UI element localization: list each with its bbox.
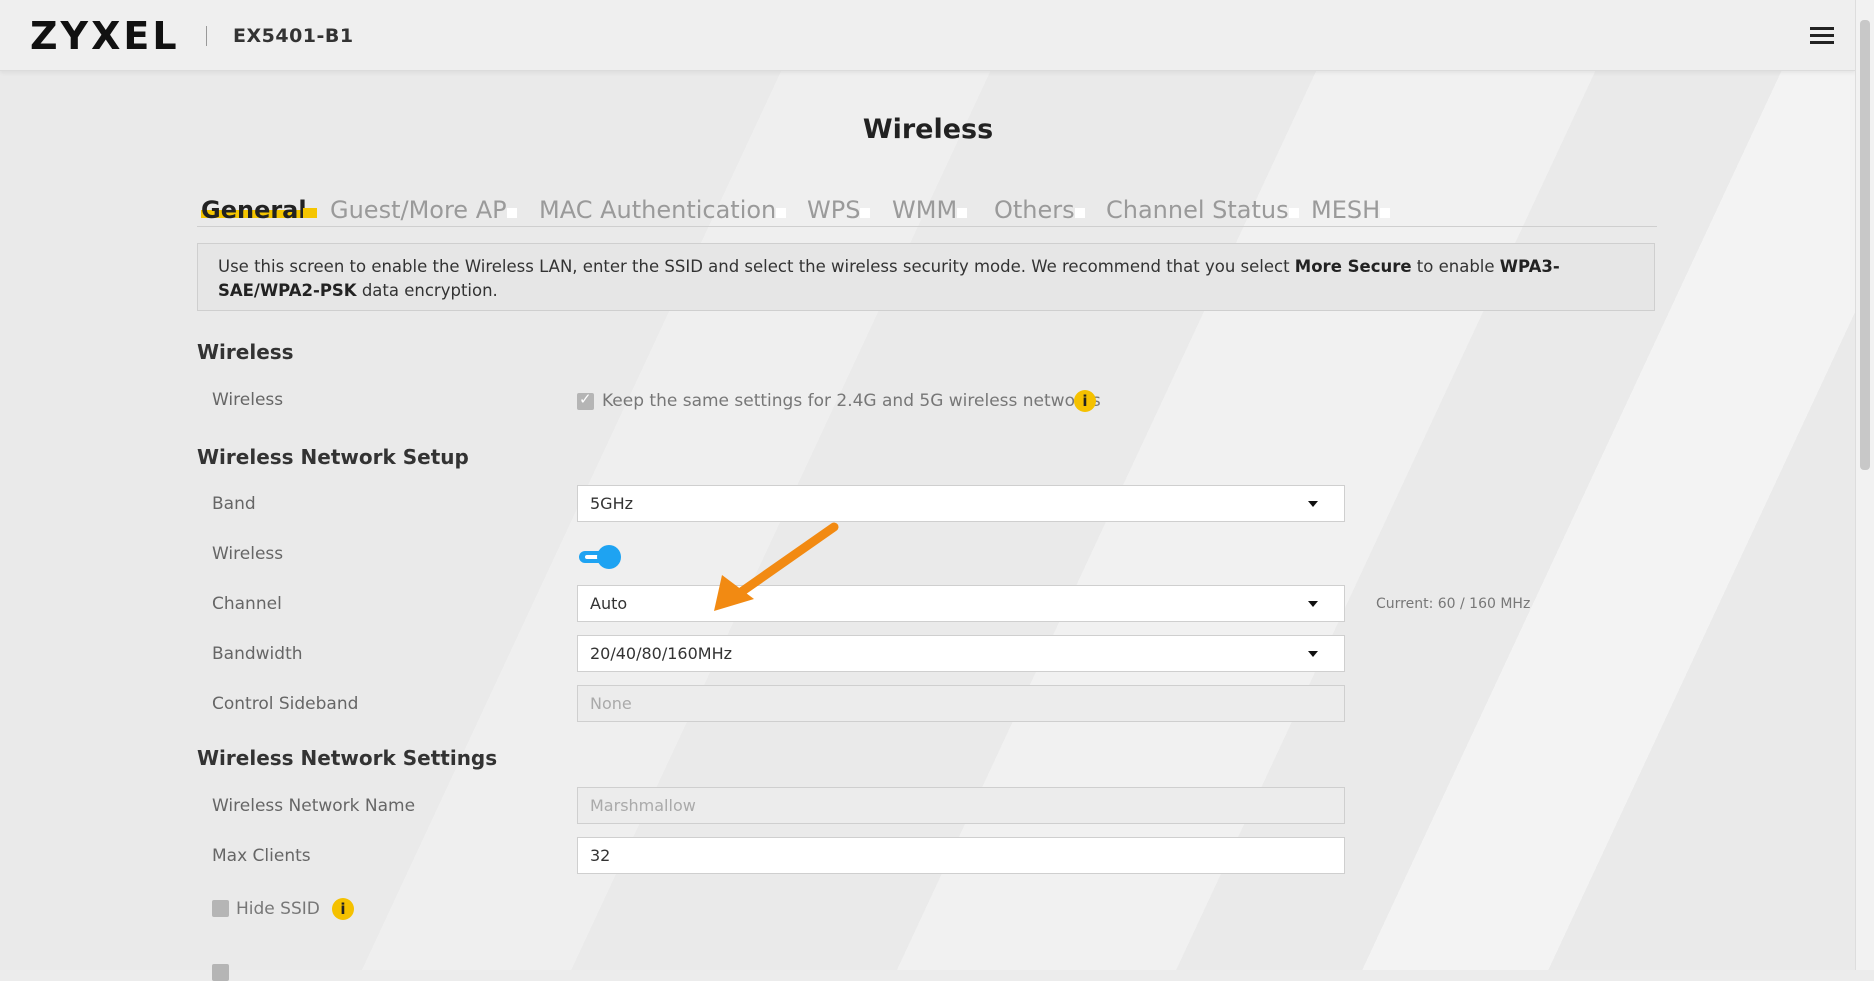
- tab-general[interactable]: General: [201, 196, 317, 224]
- band-select[interactable]: 5GHz: [577, 485, 1345, 522]
- page-scrollbar[interactable]: [1855, 0, 1874, 970]
- chevron-down-icon: [1308, 501, 1318, 507]
- tab-mac-authentication[interactable]: MAC Authentication: [539, 196, 787, 224]
- tab-guest-more-ap[interactable]: Guest/More AP: [330, 196, 517, 224]
- chevron-down-icon: [1308, 651, 1318, 657]
- wireless-enable-toggle[interactable]: [579, 545, 621, 569]
- info-icon[interactable]: i: [332, 898, 354, 920]
- max-clients-input[interactable]: [577, 837, 1345, 874]
- label-bandwidth: Bandwidth: [212, 644, 303, 664]
- scrollbar-thumb[interactable]: [1860, 20, 1870, 470]
- channel-current-status: Current: 60 / 160 MHz: [1376, 596, 1531, 612]
- label-max-clients: Max Clients: [212, 846, 311, 866]
- page-title: Wireless: [862, 114, 994, 145]
- next-option-checkbox[interactable]: [212, 964, 229, 981]
- info-notice: Use this screen to enable the Wireless L…: [197, 243, 1655, 311]
- annotation-arrow-icon: [714, 522, 839, 611]
- main-content: Wireless General Guest/More AP MAC Authe…: [0, 0, 1856, 981]
- tab-others[interactable]: Others: [994, 196, 1085, 224]
- bandwidth-select[interactable]: 20/40/80/160MHz: [577, 635, 1345, 672]
- hide-ssid-checkbox[interactable]: [212, 900, 229, 917]
- top-header: ZYXEL EX5401-B1: [0, 0, 1856, 71]
- chevron-down-icon: [1308, 601, 1318, 607]
- channel-select[interactable]: Auto: [577, 585, 1345, 622]
- section-title-network-settings: Wireless Network Settings: [197, 746, 498, 770]
- network-name-field: Marshmallow: [577, 787, 1345, 824]
- keep-same-settings-checkbox[interactable]: [577, 390, 594, 410]
- section-title-network-setup: Wireless Network Setup: [197, 445, 469, 469]
- tab-wps[interactable]: WPS: [807, 196, 871, 224]
- tab-bar: General Guest/More AP MAC Authentication…: [197, 196, 1657, 227]
- tab-channel-status[interactable]: Channel Status: [1106, 196, 1299, 224]
- label-band: Band: [212, 494, 256, 514]
- tab-mesh[interactable]: MESH: [1311, 196, 1391, 224]
- zyxel-logo: ZYXEL: [30, 14, 180, 58]
- hide-ssid-label: Hide SSID: [236, 899, 320, 919]
- header-divider: [206, 26, 207, 46]
- device-model: EX5401-B1: [233, 25, 354, 47]
- info-icon[interactable]: i: [1074, 390, 1096, 412]
- label-wireless-sync: Wireless: [212, 390, 284, 410]
- label-network-name: Wireless Network Name: [212, 796, 416, 816]
- label-control-sideband: Control Sideband: [212, 694, 359, 714]
- tab-wmm[interactable]: WMM: [892, 196, 968, 224]
- hamburger-menu-icon[interactable]: [1810, 27, 1834, 45]
- label-channel: Channel: [212, 594, 282, 614]
- label-wireless-enable: Wireless: [212, 544, 284, 564]
- section-title-wireless: Wireless: [197, 340, 294, 364]
- keep-same-settings-label: Keep the same settings for 2.4G and 5G w…: [602, 391, 1101, 411]
- control-sideband-field: None: [577, 685, 1345, 722]
